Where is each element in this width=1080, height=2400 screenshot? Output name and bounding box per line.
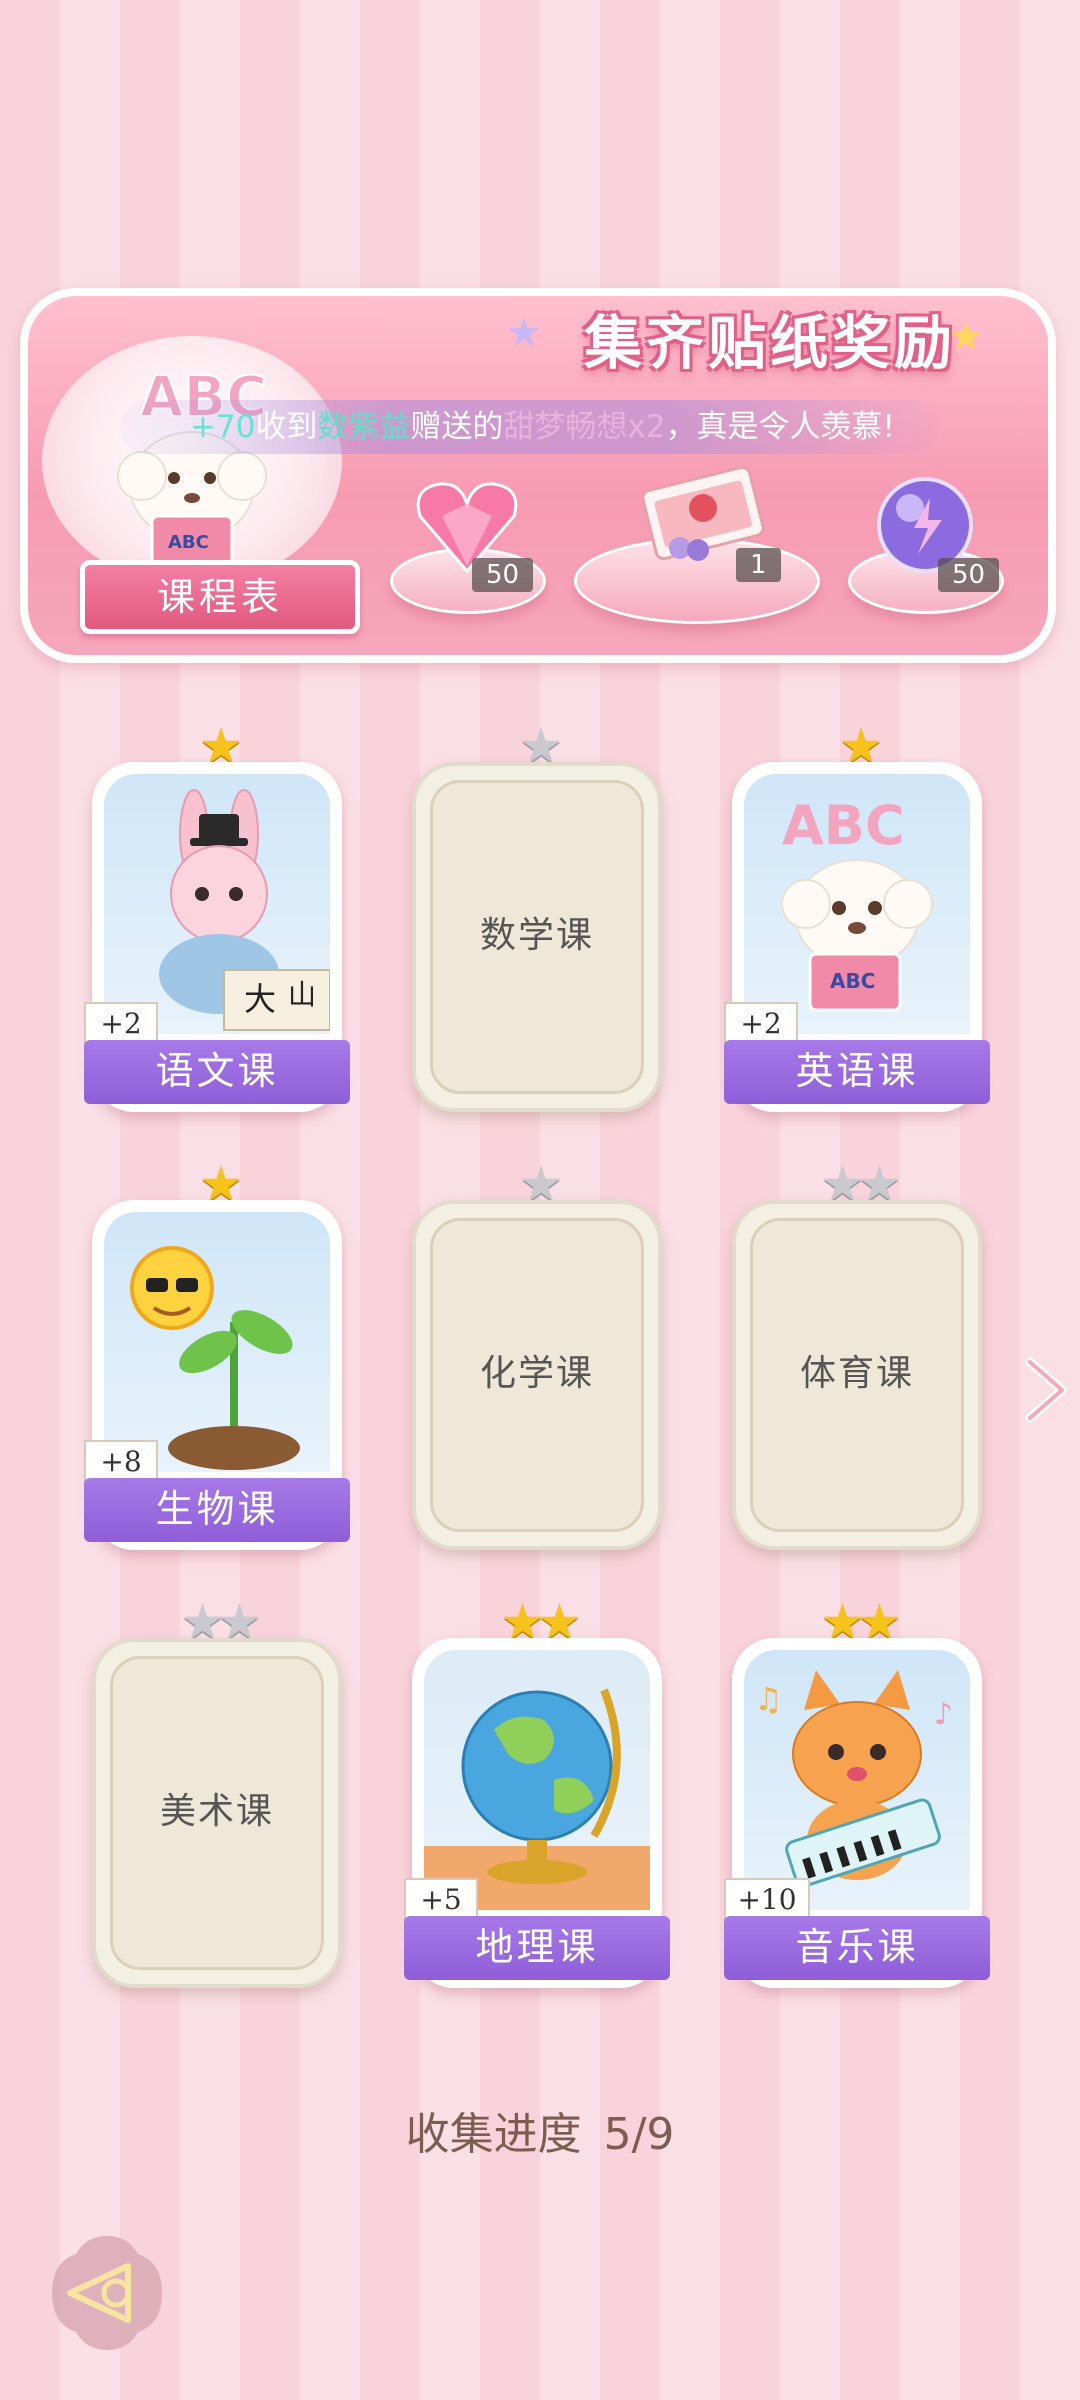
sticker-card-art[interactable]: 美术课	[92, 1638, 342, 1988]
collection-progress: 收集进度 5/9	[0, 2098, 1080, 2162]
card-title: 数学课	[479, 915, 594, 956]
sticker-card-chemistry[interactable]: 化学课	[412, 1200, 662, 1550]
sun-sprout-icon	[130, 1246, 300, 1470]
cat-keyboard-icon: ♫ ♪	[754, 1670, 953, 1888]
card-title: 语文课	[84, 1040, 350, 1104]
sticker-card-english[interactable]: ABC ABC +2 英语课	[724, 762, 990, 1112]
card-art: ♫ ♪	[744, 1650, 970, 1910]
ticker-amount: +70	[190, 409, 256, 445]
card-art: ABC ABC	[744, 774, 970, 1034]
abc-letters: ABC	[782, 794, 905, 857]
reward-count: 50	[472, 558, 534, 592]
rabbit-calligraphy-icon: 大 山	[159, 789, 330, 1031]
schedule-button[interactable]: 课程表	[80, 560, 360, 634]
svg-text:大: 大	[244, 980, 276, 1018]
card-title: 地理课	[404, 1916, 670, 1980]
gift-announcement-ticker: +70收到数紫益赠送的甜梦畅想x2，真是令人羡慕!	[120, 400, 940, 454]
progress-label: 收集进度	[405, 2109, 582, 2160]
card-title: 化学课	[479, 1353, 594, 1394]
globe-icon	[424, 1688, 650, 1910]
svg-text:♪: ♪	[934, 1697, 953, 1732]
card-title: 音乐课	[724, 1916, 990, 1980]
reward-count: 50	[938, 558, 1000, 592]
card-title: 生物课	[84, 1478, 350, 1542]
puppy-reading-icon: ABC ABC	[781, 794, 933, 1012]
next-page-arrow[interactable]	[1016, 1350, 1076, 1430]
ticker-suffix: ，真是令人羡慕!	[665, 409, 895, 445]
card-art: 大 山	[104, 774, 330, 1034]
svg-text:ABC: ABC	[830, 969, 875, 993]
schedule-badge[interactable]: ABC ABC	[42, 336, 342, 586]
card-art	[424, 1650, 650, 1910]
card-art	[104, 1212, 330, 1472]
banner-title-wrap: 集齐贴纸奖励	[540, 296, 1000, 396]
sticker-card-music[interactable]: ♫ ♪ +10 音乐课	[724, 1638, 990, 1988]
back-arrow-icon	[52, 2236, 162, 2350]
sticker-reward-banner: ★ ★ 集齐贴纸奖励 ABC ABC 课程表 +70收到数紫益赠送的甜梦畅想x2…	[20, 248, 1056, 668]
progress-value: 5/9	[603, 2109, 675, 2160]
card-title: 英语课	[724, 1040, 990, 1104]
sticker-card-biology[interactable]: +8 生物课	[84, 1200, 350, 1550]
card-title: 美术课	[159, 1791, 274, 1832]
puppy-reading-icon: ABC ABC	[117, 364, 268, 568]
ticker-item: 甜梦畅想x2	[503, 409, 666, 445]
ticker-received: 收到	[255, 409, 318, 445]
svg-text:ABC: ABC	[168, 532, 209, 553]
sticker-card-pe[interactable]: 体育课	[732, 1200, 982, 1550]
svg-text:♫: ♫	[754, 1680, 783, 1718]
sticker-card-geography[interactable]: +5 地理课	[404, 1638, 670, 1988]
banner-title: 集齐贴纸奖励	[583, 309, 956, 377]
ticker-gave: 赠送的	[410, 409, 504, 445]
ticker-sender: 数紫益	[317, 409, 411, 445]
svg-text:山: 山	[288, 978, 316, 1011]
sticker-card-math[interactable]: 数学课	[412, 762, 662, 1112]
sticker-card-chinese[interactable]: 大 山 +2 语文课	[84, 762, 350, 1112]
star-decoration-icon: ★	[506, 310, 542, 356]
card-title: 体育课	[799, 1353, 914, 1394]
reward-count: 1	[736, 548, 781, 582]
back-button[interactable]	[46, 2232, 168, 2354]
chevron-right-icon	[1025, 1357, 1067, 1423]
